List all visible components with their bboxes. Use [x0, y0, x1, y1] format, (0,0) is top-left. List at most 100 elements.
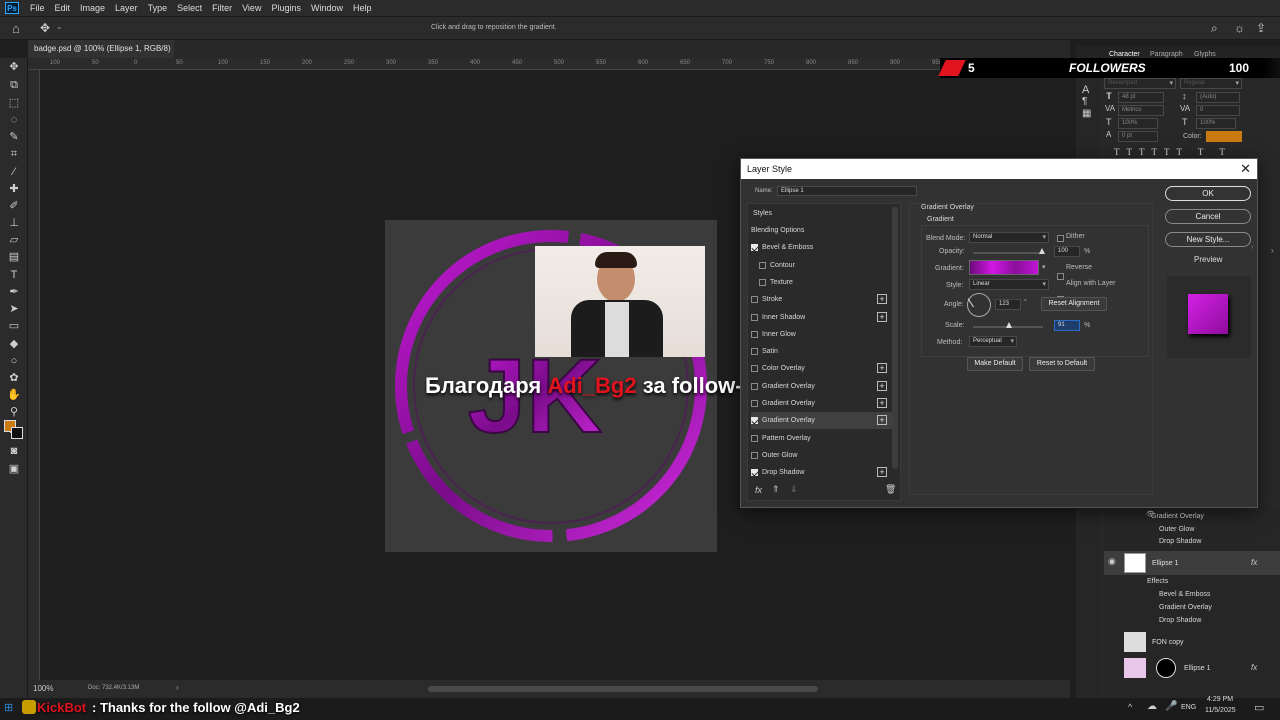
tracking-field[interactable]: 0: [1196, 105, 1240, 116]
language-indicator[interactable]: ENG: [1181, 704, 1196, 711]
marquee-tool-icon[interactable]: ⬚: [6, 96, 22, 110]
close-icon[interactable]: ✕: [1240, 161, 1251, 177]
background-color-swatch[interactable]: [11, 427, 23, 439]
style-item-blending-options[interactable]: Blending Options: [751, 222, 893, 239]
style-checkbox[interactable]: [751, 382, 758, 390]
style-item-gradient-overlay[interactable]: Gradient Overlay +: [751, 412, 893, 430]
style-item-contour[interactable]: Contour: [751, 257, 893, 274]
baseline-shift-field[interactable]: 0 pt: [1118, 131, 1158, 142]
grid-panel-icon[interactable]: ▦: [1082, 108, 1091, 119]
menu-filter[interactable]: Filter: [207, 0, 237, 16]
style-checkbox[interactable]: [751, 330, 758, 338]
style-checkbox[interactable]: [759, 278, 766, 286]
angle-dial[interactable]: [967, 293, 991, 317]
method-select[interactable]: Perceptual: [969, 336, 1017, 347]
fx-icon[interactable]: fx: [1251, 663, 1257, 672]
document-tab[interactable]: badge.psd @ 100% (Ellipse 1, RGB/8) * ×: [28, 40, 174, 71]
move-down-icon[interactable]: ⇓: [790, 484, 798, 495]
add-style-icon[interactable]: +: [877, 398, 887, 408]
rectangle-tool-icon[interactable]: ▭: [6, 319, 22, 333]
add-style-icon[interactable]: +: [877, 380, 887, 391]
tool-preset-chevron-icon[interactable]: ⌄: [56, 22, 63, 31]
style-item-stroke[interactable]: Stroke +: [751, 291, 893, 308]
type-tool-icon[interactable]: T: [6, 268, 22, 282]
share-icon[interactable]: ⇪: [1256, 21, 1266, 35]
eye-icon[interactable]: 👁: [1146, 510, 1155, 518]
style-item-texture[interactable]: Texture: [751, 274, 893, 291]
add-style-icon[interactable]: +: [877, 311, 887, 322]
style-item-inner-glow[interactable]: Inner Glow: [751, 326, 893, 343]
menu-file[interactable]: File: [25, 0, 50, 16]
style-checkbox[interactable]: [751, 400, 758, 407]
menu-type[interactable]: Type: [143, 0, 173, 16]
clock-time[interactable]: 4:29 PM: [1207, 696, 1233, 703]
gradient-style-select[interactable]: Linear: [969, 279, 1049, 290]
text-color-swatch[interactable]: [1206, 131, 1242, 142]
microphone-icon[interactable]: 🎤: [1165, 701, 1177, 712]
home-icon[interactable]: ⌂: [12, 21, 20, 36]
brush-tool-icon[interactable]: ✐: [6, 199, 22, 213]
style-checkbox[interactable]: [751, 469, 758, 477]
opacity-field[interactable]: 100: [1054, 246, 1080, 257]
healing-brush-icon[interactable]: ✚: [6, 182, 22, 196]
fx-icon[interactable]: fx: [1251, 558, 1257, 567]
visibility-eye-icon[interactable]: ◉: [1108, 556, 1116, 567]
style-item-drop-shadow[interactable]: Drop Shadow +: [751, 464, 893, 481]
lasso-tool-icon[interactable]: ◌: [6, 113, 22, 127]
reset-alignment-button[interactable]: Reset Alignment: [1041, 297, 1107, 311]
dither-checkbox[interactable]: [1057, 235, 1064, 242]
add-style-icon[interactable]: +: [877, 467, 887, 478]
custom-shape-icon[interactable]: ✿: [6, 371, 22, 385]
fx-icon[interactable]: fx: [755, 485, 762, 495]
make-default-button[interactable]: Make Default: [967, 357, 1023, 371]
menu-help[interactable]: Help: [348, 0, 377, 16]
windows-start-icon[interactable]: ⊞: [4, 701, 13, 714]
menu-layer[interactable]: Layer: [110, 0, 143, 16]
blend-mode-select[interactable]: Normal: [969, 232, 1049, 243]
tab-glyphs[interactable]: Glyphs: [1194, 51, 1216, 58]
move-tool-icon[interactable]: ✥: [40, 21, 50, 35]
style-checkbox[interactable]: [759, 261, 766, 269]
tab-character[interactable]: Character: [1109, 51, 1140, 58]
font-family-select[interactable]: Revamped: [1104, 78, 1176, 89]
reset-to-default-button[interactable]: Reset to Default: [1029, 357, 1095, 371]
style-checkbox[interactable]: [751, 451, 758, 459]
style-item-gradient-overlay[interactable]: Gradient Overlay +: [751, 378, 893, 395]
style-checkbox[interactable]: [751, 434, 758, 442]
crop-tool-icon[interactable]: ⌗: [6, 147, 22, 161]
style-checkbox[interactable]: [751, 313, 758, 321]
style-item-outer-glow[interactable]: Outer Glow: [751, 447, 893, 464]
scale-field[interactable]: 91: [1054, 320, 1080, 331]
font-style-select[interactable]: Regular: [1180, 78, 1242, 89]
menu-select[interactable]: Select: [172, 0, 207, 16]
add-style-icon[interactable]: +: [877, 363, 887, 374]
horizontal-scrollbar[interactable]: [428, 686, 818, 692]
hand-tool-icon[interactable]: ✋: [6, 388, 22, 402]
character-panel-icon[interactable]: A: [1082, 84, 1089, 96]
kerning-field[interactable]: Metrics: [1118, 105, 1164, 116]
text-style-buttons[interactable]: TTTTTT T T: [1114, 147, 1232, 157]
style-checkbox[interactable]: [751, 348, 758, 356]
angle-field[interactable]: 123: [995, 299, 1021, 310]
add-style-icon[interactable]: +: [877, 294, 887, 305]
style-item-pattern-overlay[interactable]: Pattern Overlay: [751, 430, 893, 447]
pen-tool-icon[interactable]: ✒: [6, 285, 22, 299]
screen-mode-icon[interactable]: ▣: [6, 462, 22, 476]
style-item-bevel-emboss[interactable]: Bevel & Emboss: [751, 239, 893, 256]
panel-collapse-icon[interactable]: ›: [1271, 246, 1274, 255]
eraser-tool-icon[interactable]: ▱: [6, 233, 22, 247]
style-item-gradient-overlay[interactable]: Gradient Overlay +: [751, 395, 893, 412]
style-item-inner-shadow[interactable]: Inner Shadow +: [751, 309, 893, 326]
cancel-button[interactable]: Cancel: [1165, 209, 1251, 224]
horizontal-scale-field[interactable]: 100%: [1196, 118, 1236, 129]
gradient-tool-icon[interactable]: ▤: [6, 250, 22, 264]
quick-select-tool-icon[interactable]: ✎: [6, 130, 22, 144]
leading-field[interactable]: (Auto): [1196, 92, 1240, 103]
layer-name[interactable]: Ellipse 1: [1152, 560, 1178, 567]
layer-name[interactable]: FON copy: [1152, 639, 1184, 646]
menu-plugins[interactable]: Plugins: [266, 0, 306, 16]
eyedropper-tool-icon[interactable]: ⁄: [6, 165, 22, 179]
move-up-icon[interactable]: ⇑: [772, 484, 780, 495]
opacity-slider-thumb[interactable]: [1039, 248, 1045, 254]
ok-button[interactable]: OK: [1165, 186, 1251, 201]
